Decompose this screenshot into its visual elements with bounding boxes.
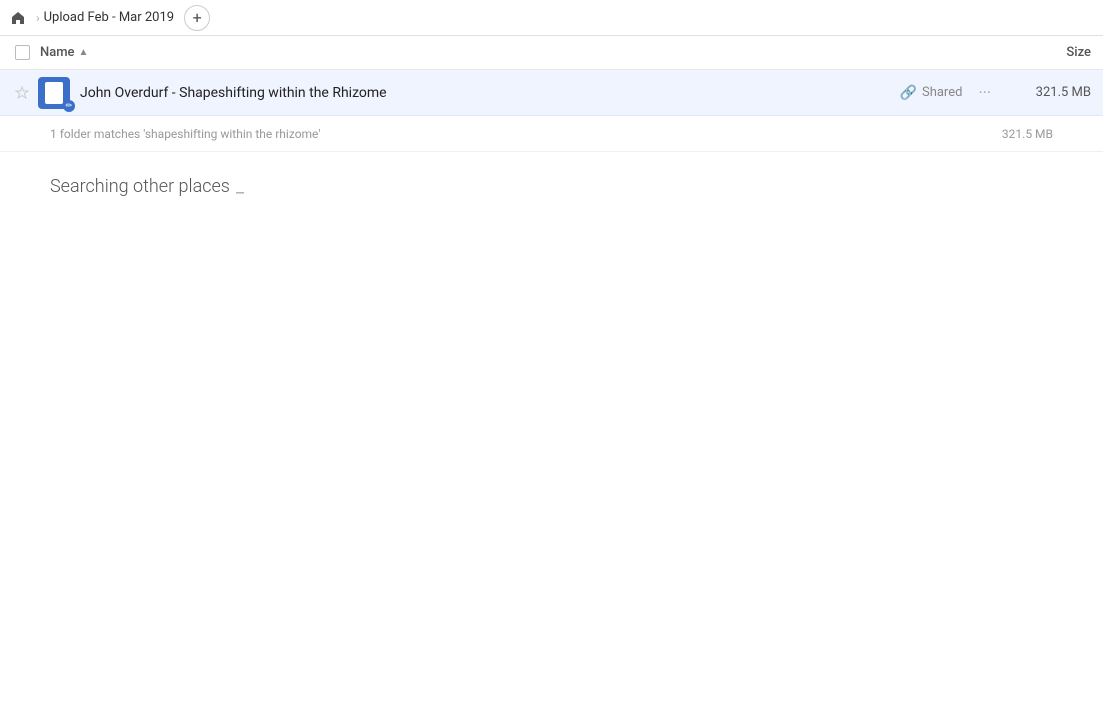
- match-size-value: 321.5 MB: [973, 127, 1053, 141]
- add-button[interactable]: +: [184, 5, 210, 31]
- home-icon[interactable]: [8, 8, 28, 28]
- match-info-row: 1 folder matches 'shapeshifting within t…: [0, 116, 1103, 152]
- column-headers: Name ▲ Size: [0, 36, 1103, 70]
- breadcrumb-arrow: ›: [36, 11, 40, 25]
- loading-indicator: _: [236, 176, 244, 197]
- pencil-overlay-icon: ✏: [63, 100, 75, 112]
- size-column-header[interactable]: Size: [1011, 45, 1091, 60]
- sort-arrow-icon: ▲: [79, 47, 89, 58]
- select-all-checkbox[interactable]: [12, 43, 32, 63]
- star-icon[interactable]: [12, 83, 32, 103]
- top-bar: › Upload Feb - Mar 2019 +: [0, 0, 1103, 36]
- more-options-icon[interactable]: ···: [978, 83, 991, 102]
- name-column-header[interactable]: Name ▲: [40, 45, 1011, 60]
- size-header-label: Size: [1066, 45, 1091, 60]
- file-name-label: John Overdurf - Shapeshifting within the…: [80, 85, 900, 101]
- shared-badge: 🔗 Shared: [900, 85, 963, 101]
- link-icon: 🔗: [900, 85, 917, 101]
- file-row[interactable]: ✏ John Overdurf - Shapeshifting within t…: [0, 70, 1103, 116]
- breadcrumb-title[interactable]: Upload Feb - Mar 2019: [44, 10, 175, 25]
- add-icon: +: [193, 8, 202, 27]
- searching-label: Searching other places: [50, 176, 230, 197]
- file-size-value: 321.5 MB: [1011, 85, 1091, 100]
- match-description: 1 folder matches 'shapeshifting within t…: [50, 127, 973, 141]
- file-folder-icon: ✏: [38, 77, 70, 109]
- name-header-label: Name: [40, 45, 75, 60]
- shared-label: Shared: [922, 85, 962, 100]
- searching-section: Searching other places _: [0, 152, 1103, 221]
